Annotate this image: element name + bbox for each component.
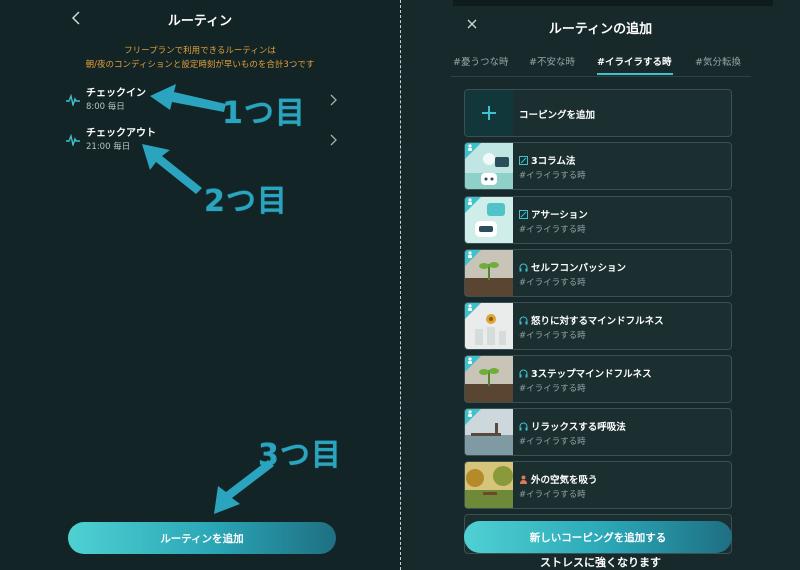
coping-title: アサーション (531, 210, 588, 221)
plus-icon (465, 90, 513, 136)
annotation-arrow-2 (142, 144, 202, 194)
coping-item[interactable]: アサーション #イライラする時 (464, 196, 732, 244)
headphones-icon (519, 422, 528, 430)
annotation-label-2: 2つ目 (204, 184, 288, 219)
sheet-title: ルーティンの追加 (548, 22, 653, 37)
add-new-coping-button[interactable]: 新しいコーピングを追加する (464, 521, 732, 553)
person-badge-icon (468, 304, 472, 311)
add-routine-button[interactable]: ルーティンを追加 (68, 522, 336, 554)
pulse-icon (66, 134, 80, 146)
person-icon (520, 475, 527, 484)
routine-name: チェックイン (86, 88, 146, 99)
active-tab-indicator (597, 73, 673, 75)
pencil-icon (519, 155, 528, 165)
headphones-icon (519, 369, 528, 377)
routine-screen: ルーティン フリープランで利用できるルーティンは 朝/夜のコンディションと設定時… (0, 0, 400, 570)
park-bench-thumbnail (465, 462, 513, 508)
coping-title: リラックスする呼吸法 (531, 422, 626, 433)
coping-item[interactable]: 外の空気を吸う #イライラする時 (464, 461, 732, 509)
coping-title: セルフコンパッション (531, 263, 627, 274)
person-badge-icon (468, 198, 472, 205)
add-coping-label: コーピングを追加 (519, 110, 596, 121)
coping-item[interactable]: セルフコンパッション #イライラする時 (464, 249, 732, 297)
coping-item[interactable]: 3ステップマインドフルネス #イライラする時 (464, 355, 732, 403)
coping-tag: #イライラする時 (519, 384, 586, 394)
coping-item[interactable]: リラックスする呼吸法 #イライラする時 (464, 408, 732, 456)
coping-item[interactable]: 3コラム法 #イライラする時 (464, 142, 732, 190)
coping-title: 怒りに対するマインドフルネス (531, 316, 664, 327)
add-routine-screen: ルーティンの追加 #憂うつな時 #不安な時 #イライラする時 #気分転換 コーピ… (401, 0, 800, 570)
pencil-icon (519, 209, 528, 219)
chevron-right-icon (330, 134, 337, 146)
annotation-arrow-3 (214, 460, 274, 514)
tabs-divider (451, 76, 751, 77)
coping-tag: #イライラする時 (519, 278, 586, 288)
person-badge-icon (468, 251, 472, 258)
bottom-caption: ストレスに強くなります (540, 556, 661, 569)
chevron-right-icon (330, 94, 337, 106)
routine-time: 8:00 毎日 (86, 102, 125, 112)
annotation-label-1: 1つ目 (222, 96, 306, 131)
tab-irritated[interactable]: #イライラする時 (597, 54, 671, 68)
coping-item[interactable]: 怒りに対するマインドフルネス #イライラする時 (464, 302, 732, 350)
coping-title: 外の空気を吸う (531, 475, 598, 486)
coping-tag: #イライラする時 (519, 490, 586, 500)
headphones-icon (519, 316, 528, 324)
coping-tag: #イライラする時 (519, 171, 586, 181)
tab-depressed[interactable]: #憂うつな時 (453, 54, 508, 68)
person-badge-icon (468, 144, 472, 151)
coping-tag: #イライラする時 (519, 225, 586, 235)
person-badge-icon (468, 357, 472, 364)
coping-tag: #イライラする時 (519, 331, 586, 341)
headphones-icon (519, 263, 528, 271)
coping-title: 3コラム法 (531, 156, 576, 167)
routine-time: 21:00 毎日 (86, 142, 131, 152)
sheet-top-edge (453, 0, 773, 6)
pulse-icon (66, 94, 80, 106)
annotation-arrow-1 (150, 84, 226, 112)
category-tabs: #憂うつな時 #不安な時 #イライラする時 #気分転換 (451, 54, 751, 76)
tab-refresh[interactable]: #気分転換 (695, 54, 741, 68)
page-title: ルーティン (167, 14, 233, 29)
coping-title: 3ステップマインドフルネス (531, 369, 652, 380)
add-coping-card[interactable]: コーピングを追加 (464, 89, 732, 137)
tab-anxious[interactable]: #不安な時 (529, 54, 575, 68)
person-badge-icon (468, 410, 472, 417)
free-plan-notice: フリープランで利用できるルーティンは 朝/夜のコンディションと設定時刻が早いもの… (85, 46, 315, 70)
routine-name: チェックアウト (86, 128, 156, 139)
coping-tag: #イライラする時 (519, 437, 586, 447)
